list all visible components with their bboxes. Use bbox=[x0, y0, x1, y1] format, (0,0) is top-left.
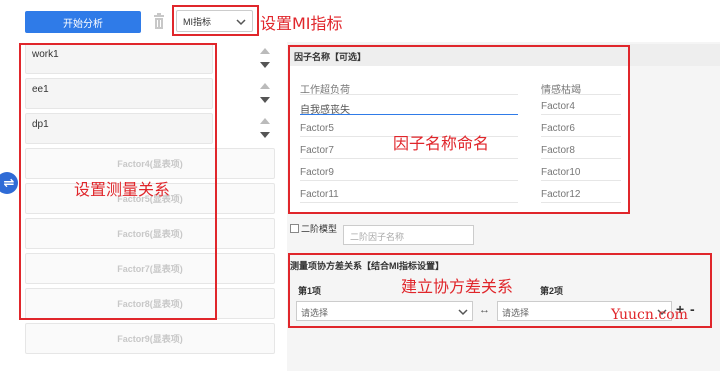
annotation-build-covariance: 建立协方差关系 bbox=[401, 277, 514, 296]
variable-stepper[interactable] bbox=[257, 45, 273, 73]
start-analysis-button[interactable]: 开始分析 bbox=[25, 11, 141, 33]
watermark-text: Yuucn.com bbox=[611, 307, 688, 323]
second-order-toggle[interactable]: 二阶模型 bbox=[290, 222, 337, 235]
annotation-set-measurement: 设置测量关系 bbox=[74, 180, 171, 199]
factor-drop-zone[interactable]: Factor9(显表项) bbox=[25, 323, 275, 354]
mi-select-highlight bbox=[172, 5, 259, 36]
second-order-name-input[interactable]: 二阶因子名称 bbox=[343, 225, 474, 245]
annotation-set-mi: 设置MI指标 bbox=[260, 14, 343, 33]
second-order-label: 二阶模型 bbox=[301, 224, 338, 234]
second-order-checkbox[interactable] bbox=[290, 224, 299, 233]
variable-stepper[interactable] bbox=[257, 115, 273, 143]
annotation-name-factors: 因子名称命名 bbox=[393, 134, 490, 153]
variable-stepper[interactable] bbox=[257, 80, 273, 108]
transfer-icon[interactable]: ⇌ bbox=[0, 172, 18, 194]
trash-icon[interactable] bbox=[153, 13, 165, 29]
